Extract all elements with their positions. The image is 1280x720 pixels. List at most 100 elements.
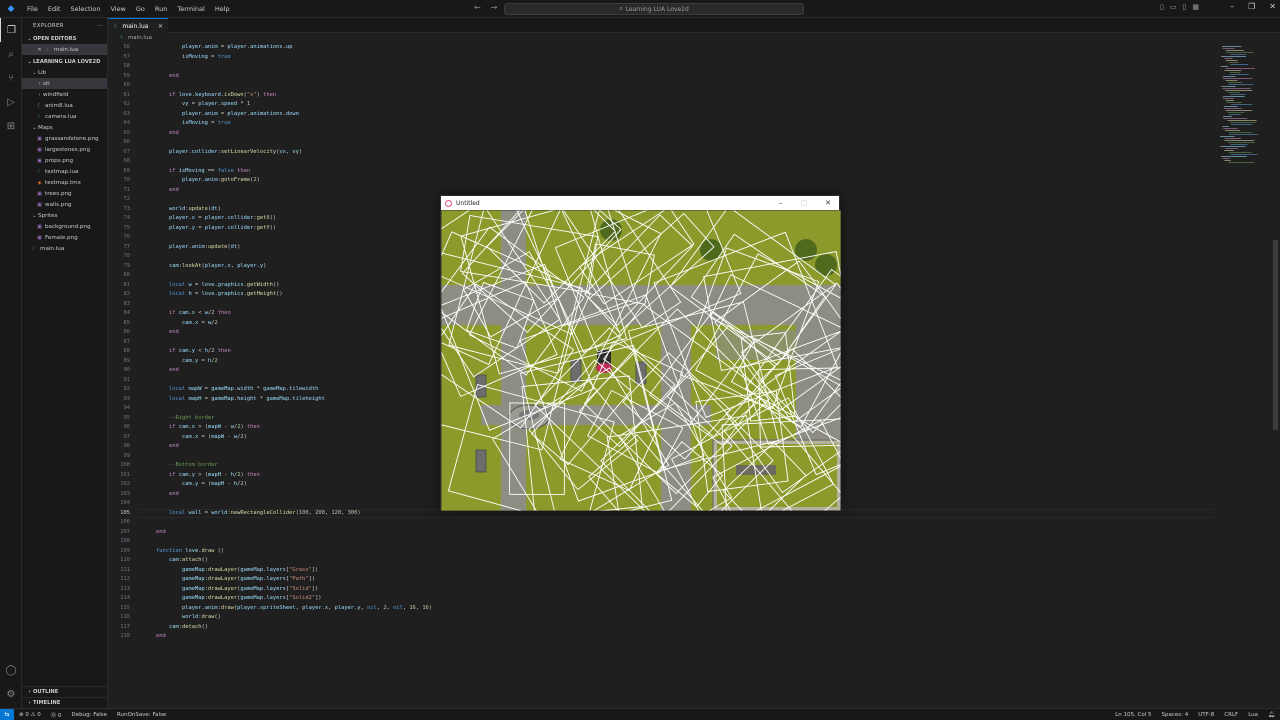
- folder-item[interactable]: ⌄ Lib: [22, 67, 107, 78]
- code-line[interactable]: cam:lookAt(player.x, player.y): [143, 263, 266, 269]
- code-line[interactable]: player.x = player.collider:getX(): [143, 215, 276, 221]
- breadcrumb[interactable]: ☾ main.lua: [108, 33, 1280, 43]
- code-line[interactable]: end: [143, 73, 179, 79]
- file-item[interactable]: ▣ trees.png: [22, 188, 107, 199]
- code-line[interactable]: if cam.x < w/2 then: [143, 310, 231, 316]
- code-line[interactable]: end: [143, 130, 179, 136]
- ports-count[interactable]: ⓪ 0: [46, 711, 67, 719]
- code-line[interactable]: cam.y = h/2: [143, 358, 218, 364]
- folder-item[interactable]: ⌄ Sprites: [22, 210, 107, 221]
- folder-item[interactable]: › windfield: [22, 89, 107, 100]
- folder-item[interactable]: ⌄ Maps: [22, 122, 107, 133]
- problems-count[interactable]: ⊗ 0 ⚠ 0: [14, 712, 46, 718]
- minimap[interactable]: [1216, 44, 1268, 164]
- outline-section[interactable]: › OUTLINE: [22, 686, 108, 697]
- code-line[interactable]: cam.x = (mapW - w/2): [143, 434, 247, 440]
- toggle-panel-icon[interactable]: ▭: [1170, 3, 1177, 11]
- code-line[interactable]: local wall = world:newRectangleCollider(…: [143, 510, 361, 516]
- code-line[interactable]: player.anim = player.animations.down: [143, 111, 299, 117]
- file-item[interactable]: ☾ testmap.lua: [22, 166, 107, 177]
- more-actions-icon[interactable]: ···: [97, 23, 103, 29]
- code-line[interactable]: gameMap:drawLayer(gameMap.layers["Grass"…: [143, 567, 318, 573]
- file-item[interactable]: ▣ grassandstone.png: [22, 133, 107, 144]
- code-line[interactable]: gameMap:drawLayer(gameMap.layers["Path"]…: [143, 576, 315, 582]
- file-item[interactable]: ▣ walls.png: [22, 199, 107, 210]
- code-line[interactable]: end: [143, 443, 179, 449]
- code-line[interactable]: end: [143, 187, 179, 193]
- game-minimize-icon[interactable]: –: [779, 199, 783, 207]
- menu-selection[interactable]: Selection: [65, 5, 105, 13]
- open-editors-section[interactable]: ⌄ OPEN EDITORS: [22, 34, 107, 44]
- close-editor-icon[interactable]: ✕: [36, 47, 43, 53]
- code-line[interactable]: if love.keyboard.isDown("s") then: [143, 92, 276, 98]
- code-line[interactable]: if cam.y > (mapH - h/2) then: [143, 472, 260, 478]
- game-window-titlebar[interactable]: Untitled – ▢ ✕: [441, 196, 839, 210]
- code-line[interactable]: end: [143, 529, 166, 535]
- indentation[interactable]: Spaces: 4: [1157, 712, 1194, 718]
- file-item[interactable]: ▣ props.png: [22, 155, 107, 166]
- code-line[interactable]: player.collider:setLinearVelocity(vx, vy…: [143, 149, 302, 155]
- code-line[interactable]: if cam.x > (mapW - w/2) then: [143, 424, 260, 430]
- minimize-icon[interactable]: –: [1230, 2, 1234, 11]
- code-line[interactable]: gameMap:drawLayer(gameMap.layers["Solid"…: [143, 586, 318, 592]
- code-line[interactable]: function love.draw (): [143, 548, 224, 554]
- code-line[interactable]: player.anim:draw(player.spriteSheet, pla…: [143, 605, 432, 611]
- game-close-icon[interactable]: ✕: [825, 199, 831, 207]
- file-item[interactable]: ☾ anim8.lua: [22, 100, 107, 111]
- code-line[interactable]: isMoving = true: [143, 54, 231, 60]
- code-line[interactable]: if cam.y < h/2 then: [143, 348, 231, 354]
- code-line[interactable]: if isMoving == false then: [143, 168, 250, 174]
- menu-run[interactable]: Run: [150, 5, 172, 13]
- debug-status[interactable]: Debug: False: [67, 712, 113, 718]
- code-line[interactable]: --Bottom border: [143, 462, 218, 468]
- code-line[interactable]: world:draw(): [143, 614, 221, 620]
- file-item[interactable]: ◈ testmap.tmx: [22, 177, 107, 188]
- code-line[interactable]: end: [143, 329, 179, 335]
- settings-gear-icon[interactable]: ⚙: [0, 682, 22, 706]
- search-view-icon[interactable]: ⌕: [0, 42, 22, 66]
- extensions-icon[interactable]: ⊞: [0, 114, 22, 138]
- encoding[interactable]: UTF-8: [1193, 712, 1219, 718]
- game-maximize-icon[interactable]: ▢: [801, 199, 808, 207]
- menu-help[interactable]: Help: [210, 5, 235, 13]
- restore-icon[interactable]: ❐: [1248, 2, 1255, 11]
- notifications-bell-icon[interactable]: 🔔︎: [1263, 712, 1280, 718]
- menu-edit[interactable]: Edit: [43, 5, 66, 13]
- code-line[interactable]: isMoving = true: [143, 120, 231, 126]
- menu-terminal[interactable]: Terminal: [172, 5, 209, 13]
- line-endings[interactable]: CRLF: [1219, 712, 1243, 718]
- toggle-secondary-sidebar-icon[interactable]: ▯: [1182, 3, 1186, 11]
- timeline-section[interactable]: › TIMELINE: [22, 697, 108, 708]
- folder-item[interactable]: › sti: [22, 78, 107, 89]
- code-line[interactable]: cam:detach(): [143, 624, 208, 630]
- code-line[interactable]: cam.y = (mapH - h/2): [143, 481, 247, 487]
- customize-layout-icon[interactable]: ▦: [1192, 3, 1199, 11]
- code-line[interactable]: end: [143, 633, 166, 639]
- file-item[interactable]: ▣ background.png: [22, 221, 107, 232]
- editor-scrollbar[interactable]: [1271, 44, 1280, 664]
- back-arrow-icon[interactable]: ←: [474, 3, 481, 12]
- code-line[interactable]: local h = love.graphics.getHeight(): [143, 291, 283, 297]
- code-line[interactable]: world:update(dt): [143, 206, 221, 212]
- menu-file[interactable]: File: [22, 5, 43, 13]
- run-debug-icon[interactable]: ▷: [0, 90, 22, 114]
- source-control-icon[interactable]: ⑂: [0, 66, 22, 90]
- code-line[interactable]: cam:attach(): [143, 557, 208, 563]
- language-mode[interactable]: Lua: [1243, 712, 1263, 718]
- menu-view[interactable]: View: [105, 5, 130, 13]
- code-line[interactable]: vy = player.speed * 1: [143, 101, 250, 107]
- scrollbar-thumb[interactable]: [1273, 240, 1278, 430]
- code-line[interactable]: player.anim:gotoFrame(2): [143, 177, 260, 183]
- explorer-icon[interactable]: ❐: [0, 18, 22, 42]
- cursor-position[interactable]: Ln 105, Col 5: [1110, 712, 1156, 718]
- open-editor-item[interactable]: ✕ ☾ main.lua: [22, 44, 107, 55]
- code-line[interactable]: cam.x = w/2: [143, 320, 218, 326]
- code-line[interactable]: gameMap:drawLayer(gameMap.layers["Solid2…: [143, 595, 322, 601]
- tab-main-lua[interactable]: ☾ main.lua ✕: [108, 18, 168, 33]
- close-window-icon[interactable]: ✕: [1269, 2, 1276, 11]
- toggle-sidebar-icon[interactable]: ▯: [1160, 3, 1164, 11]
- account-icon[interactable]: ◯: [0, 658, 22, 682]
- code-line[interactable]: player.anim:update(dt): [143, 244, 240, 250]
- game-window[interactable]: Untitled – ▢ ✕: [440, 195, 841, 511]
- file-item[interactable]: ☾ main.lua: [22, 243, 107, 254]
